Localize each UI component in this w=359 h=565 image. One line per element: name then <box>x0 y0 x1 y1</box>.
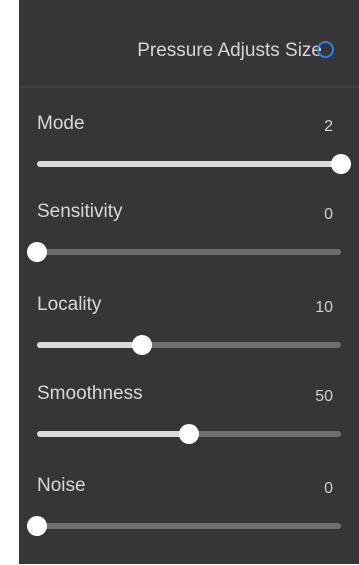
sensitivity-slider-thumb[interactable] <box>27 242 47 262</box>
pressure-adjusts-size-label: Pressure Adjusts Size <box>137 40 322 61</box>
sensitivity-value: 0 <box>324 206 333 223</box>
noise-value: 0 <box>324 480 333 497</box>
noise-slider-track[interactable] <box>27 516 341 536</box>
smoothness-slider-track[interactable] <box>37 424 341 444</box>
smoothness-label: Smoothness <box>37 383 143 404</box>
mode-value: 2 <box>324 118 333 135</box>
smoothness-slider-fill <box>37 431 189 437</box>
mode-slider-track[interactable] <box>37 154 351 174</box>
pressure-adjusts-size-radio[interactable] <box>317 41 334 58</box>
locality-label: Locality <box>37 294 102 315</box>
locality-slider-group: Locality 10 <box>19 294 359 384</box>
mode-slider-thumb[interactable] <box>331 154 351 174</box>
sensitivity-label: Sensitivity <box>37 201 123 222</box>
locality-slider-fill <box>37 342 142 348</box>
pressure-adjusts-size-row: Pressure Adjusts Size <box>19 0 359 88</box>
locality-slider-track[interactable] <box>37 335 341 355</box>
sensitivity-slider-group: Sensitivity 0 <box>19 201 359 291</box>
noise-slider-group: Noise 0 <box>19 475 359 565</box>
noise-label: Noise <box>37 475 86 496</box>
sensitivity-slider-track[interactable] <box>27 242 341 262</box>
mode-label: Mode <box>37 113 85 134</box>
smoothness-slider-thumb[interactable] <box>179 424 199 444</box>
locality-slider-thumb[interactable] <box>131 335 152 355</box>
brush-settings-panel: Pressure Adjusts Size Mode 2 Sensitivity… <box>19 0 359 564</box>
smoothness-value: 50 <box>315 388 333 405</box>
mode-slider-group: Mode 2 <box>19 113 359 203</box>
smoothness-slider-group: Smoothness 50 <box>19 383 359 473</box>
mode-slider-fill <box>37 161 341 167</box>
noise-slider-thumb[interactable] <box>27 516 47 536</box>
locality-value: 10 <box>315 299 333 316</box>
